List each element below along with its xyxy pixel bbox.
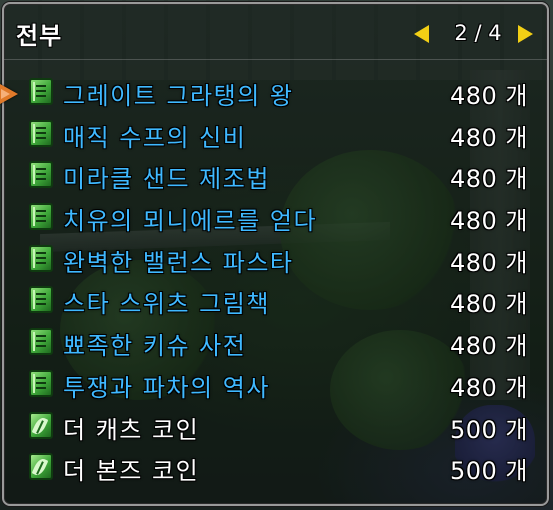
item-quantity: 500 개 (449, 415, 528, 444)
item-name: 미라클 샌드 제조법 (63, 165, 270, 194)
list-item[interactable]: 투쟁과 파차의 역사 480 개 (26, 364, 536, 406)
item-name: 완벽한 밸런스 파스타 (63, 248, 294, 277)
window-header: 전부 2 / 4 (4, 4, 547, 60)
item-name: 매직 수프의 신비 (63, 123, 247, 152)
item-quantity: 480 개 (449, 290, 528, 319)
book-icon (29, 244, 53, 272)
previous-page-arrow-icon[interactable] (414, 25, 429, 43)
item-quantity: 480 개 (449, 82, 528, 110)
list-item[interactable]: 그레이트 그라탱의 왕 480 개 (26, 72, 536, 114)
page-indicator: 2 / 4 (454, 21, 502, 45)
item-quantity: 500 개 (449, 457, 528, 486)
list-item[interactable]: 치유의 뫼니에르를 얻다 480 개 (26, 197, 536, 239)
book-icon (29, 78, 53, 105)
list-item[interactable]: 미라클 샌드 제조법 480 개 (26, 155, 536, 197)
book-icon (29, 328, 53, 356)
item-name: 스타 스위츠 그림책 (63, 290, 270, 319)
list-item[interactable]: 더 본즈 코인 500 개 (26, 447, 536, 489)
item-quantity: 480 개 (449, 373, 528, 402)
item-name: 더 캐츠 코인 (63, 415, 200, 444)
selection-cursor-icon (0, 84, 18, 104)
item-list: 그레이트 그라탱의 왕 480 개 매직 수프의 신비 480 개 미라클 샌드 제조법… (26, 72, 536, 489)
next-page-arrow-icon[interactable] (518, 25, 533, 43)
book-icon (29, 369, 53, 397)
item-name: 투쟁과 파차의 역사 (63, 373, 270, 402)
item-name: 뾰족한 키슈 사전 (63, 332, 247, 361)
book-icon (29, 119, 53, 147)
item-quantity: 480 개 (449, 165, 528, 194)
book-icon (29, 286, 53, 314)
item-quantity: 480 개 (449, 332, 528, 361)
item-name: 그레이트 그라탱의 왕 (63, 82, 294, 110)
category-title: 전부 (16, 22, 63, 50)
book-icon (29, 161, 53, 189)
leaf-icon (29, 411, 53, 439)
leaf-icon (29, 453, 53, 481)
list-item[interactable]: 더 캐츠 코인 500 개 (26, 406, 536, 448)
book-icon (29, 203, 53, 231)
item-quantity: 480 개 (449, 207, 528, 236)
item-name: 더 본즈 코인 (63, 457, 200, 486)
item-name: 치유의 뫼니에르를 얻다 (63, 207, 318, 236)
list-item[interactable]: 완벽한 밸런스 파스타 480 개 (26, 239, 536, 281)
item-quantity: 480 개 (449, 123, 528, 152)
list-item[interactable]: 뾰족한 키슈 사전 480 개 (26, 322, 536, 364)
list-item[interactable]: 스타 스위츠 그림책 480 개 (26, 280, 536, 322)
pager: 2 / 4 (408, 21, 538, 47)
list-item[interactable]: 매직 수프의 신비 480 개 (26, 114, 536, 156)
item-quantity: 480 개 (449, 248, 528, 277)
